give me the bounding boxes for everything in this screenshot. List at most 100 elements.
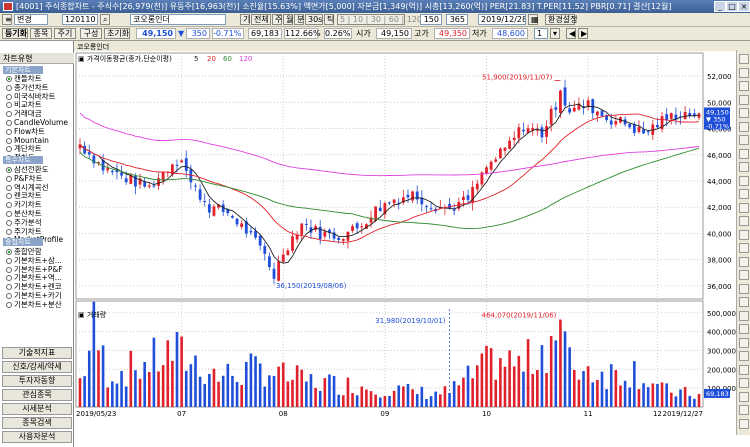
drawing-tool-icon[interactable] — [739, 283, 749, 294]
drawing-tool-icon[interactable] — [739, 378, 749, 388]
drawing-tool-icon[interactable] — [739, 243, 749, 253]
sidebar-item[interactable]: 종합만함 — [6, 247, 42, 256]
nav-first-icon[interactable]: ◀ — [566, 28, 576, 39]
volume-bar — [365, 389, 368, 407]
sidebar-button[interactable]: 투자자동향 — [2, 375, 72, 387]
radio-icon — [6, 257, 12, 264]
reset-button[interactable]: 초기화 — [104, 28, 130, 39]
all-button[interactable]: 전체 — [251, 14, 271, 25]
drawing-tool-icon[interactable] — [739, 175, 749, 186]
menu-icon[interactable]: ≡ — [2, 14, 12, 25]
sidebar-item[interactable]: 기본차트+카기 — [6, 291, 62, 300]
minimize-button[interactable]: _ — [714, 1, 726, 12]
week-button[interactable]: 주 — [272, 14, 282, 25]
sidebar-item[interactable]: 카기차트 — [6, 200, 42, 209]
date-input[interactable]: 2019/12/28 — [478, 14, 526, 25]
day-button[interactable]: 기 — [240, 14, 250, 25]
sidebar-item[interactable]: 캔들차트 — [6, 74, 42, 83]
sidebar-item[interactable]: P&F차트 — [6, 174, 43, 183]
drawing-tool-icon[interactable] — [739, 54, 749, 64]
drawing-tool-icon[interactable] — [739, 216, 749, 226]
close-button[interactable]: × — [738, 1, 750, 12]
drawing-tool-icon[interactable] — [739, 162, 749, 172]
drawing-tool-icon[interactable] — [739, 310, 749, 321]
stock-name-field[interactable]: 코오롱인더 — [130, 14, 226, 25]
tab-sync[interactable]: 등기화 — [2, 28, 28, 39]
volume-bar — [318, 390, 322, 407]
calendar-icon[interactable]: ▦ — [528, 14, 539, 25]
drawing-tool-icon[interactable] — [739, 351, 749, 361]
settings-button[interactable]: 환경설정 — [545, 14, 577, 25]
drawing-tool-icon[interactable] — [739, 324, 749, 334]
sidebar-button[interactable]: 사용자분석 — [2, 431, 72, 443]
candle-body — [692, 113, 696, 116]
tick-button[interactable]: 틱 — [324, 14, 334, 25]
period-buttons[interactable]: 5 | 10 | 30 | 60 | 120 — [337, 14, 422, 25]
price-axis-label: 52,000 — [707, 73, 732, 81]
sidebar-item[interactable]: 기본차트+렌코 — [6, 282, 62, 291]
sidebar-category-basic: 기본차트 — [3, 66, 43, 74]
sidebar-button[interactable]: 신호/강세/약세 — [2, 361, 72, 373]
drawing-tool-icon[interactable] — [739, 202, 749, 213]
drawing-tool-icon[interactable] — [739, 364, 749, 375]
stock-code-input[interactable]: 120110 — [62, 14, 98, 25]
sidebar-item[interactable]: 기본차트+삼... — [6, 256, 62, 265]
tab-stock[interactable]: 종목 — [30, 28, 52, 39]
drawing-tool-icon[interactable] — [739, 418, 749, 429]
chart-canvas[interactable]: 코오롱인더52,00050,00048,00046,00044,00042,00… — [74, 41, 750, 447]
maximize-button[interactable]: □ — [726, 1, 738, 12]
drawing-tool-icon[interactable] — [739, 94, 749, 105]
drawing-tool-icon[interactable] — [739, 81, 749, 91]
minute-button[interactable]: 분 — [294, 14, 304, 25]
drawing-tool-icon[interactable] — [739, 405, 749, 415]
month-button[interactable]: 월 — [283, 14, 293, 25]
sidebar-item[interactable]: 삼선전환도 — [6, 165, 49, 174]
sidebar-button[interactable]: 관심종목 — [2, 389, 72, 401]
drawing-tool-icon[interactable] — [739, 270, 749, 280]
drawing-tool-icon[interactable] — [739, 229, 749, 240]
sidebar-item[interactable]: 분산차트 — [6, 209, 42, 218]
sidebar-item[interactable]: 기본차트+분산 — [6, 300, 62, 309]
sidebar-button[interactable]: 시세분석 — [2, 403, 72, 415]
tab-period[interactable]: 주기 — [54, 28, 76, 39]
count-input[interactable]: 150 — [420, 14, 442, 25]
sidebar-item[interactable]: 주가분석 — [6, 218, 42, 227]
page-input[interactable]: 1 — [534, 28, 548, 39]
drawing-tool-icon[interactable] — [739, 67, 749, 78]
sidebar-button[interactable]: 기술적지표 — [2, 347, 72, 359]
volume-bar — [619, 385, 622, 407]
search-icon[interactable]: ⌕ — [100, 14, 110, 25]
spin-icon[interactable]: ▾ — [550, 28, 560, 39]
volume-axis-label: 500,000 — [707, 310, 736, 318]
candle-body — [194, 185, 197, 187]
drawing-tool-icon[interactable] — [739, 256, 749, 267]
nav-last-icon[interactable]: ▶ — [578, 28, 588, 39]
ma-period-label: 60 — [223, 55, 232, 63]
drawing-tool-icon[interactable] — [739, 189, 749, 199]
mode-select[interactable]: 변경 — [14, 14, 48, 25]
sidebar-item[interactable]: CandleVolume — [6, 118, 68, 127]
drawing-tool-icon[interactable] — [739, 297, 749, 307]
drawing-tool-icon[interactable] — [739, 135, 749, 145]
sidebar-item[interactable]: 미국식바차트 — [6, 92, 55, 101]
sidebar-item[interactable]: 비교차트 — [6, 100, 42, 109]
drawing-tool-icon[interactable] — [739, 108, 749, 118]
sidebar-item[interactable]: 거래대금 — [6, 109, 42, 118]
volume-bar — [517, 355, 521, 407]
sidebar-item[interactable]: Flow차트 — [6, 127, 45, 136]
sidebar-item-label: 비교차트 — [14, 100, 42, 110]
tab-compose[interactable]: 구성 — [80, 28, 102, 39]
sidebar-item[interactable]: 종가선차트 — [6, 83, 49, 92]
drawing-tool-icon[interactable] — [739, 148, 749, 159]
sidebar-item[interactable]: 주기차트 — [6, 227, 42, 236]
chart-area[interactable]: 코오롱인더 52,000 50,000 48,000 46,000 44,000 42,00… — [74, 41, 750, 447]
sidebar-button[interactable]: 종목검색 — [2, 417, 72, 429]
volume-bar — [439, 394, 442, 407]
drawing-tool-icon[interactable] — [739, 337, 749, 348]
total-input[interactable]: 365 — [446, 14, 468, 25]
drawing-tool-icon[interactable] — [739, 391, 749, 402]
volume-bar — [355, 395, 359, 407]
seconds-button[interactable]: 30s — [305, 14, 323, 25]
sidebar-item[interactable]: 렌코차트 — [6, 191, 42, 200]
drawing-tool-icon[interactable] — [739, 121, 749, 132]
